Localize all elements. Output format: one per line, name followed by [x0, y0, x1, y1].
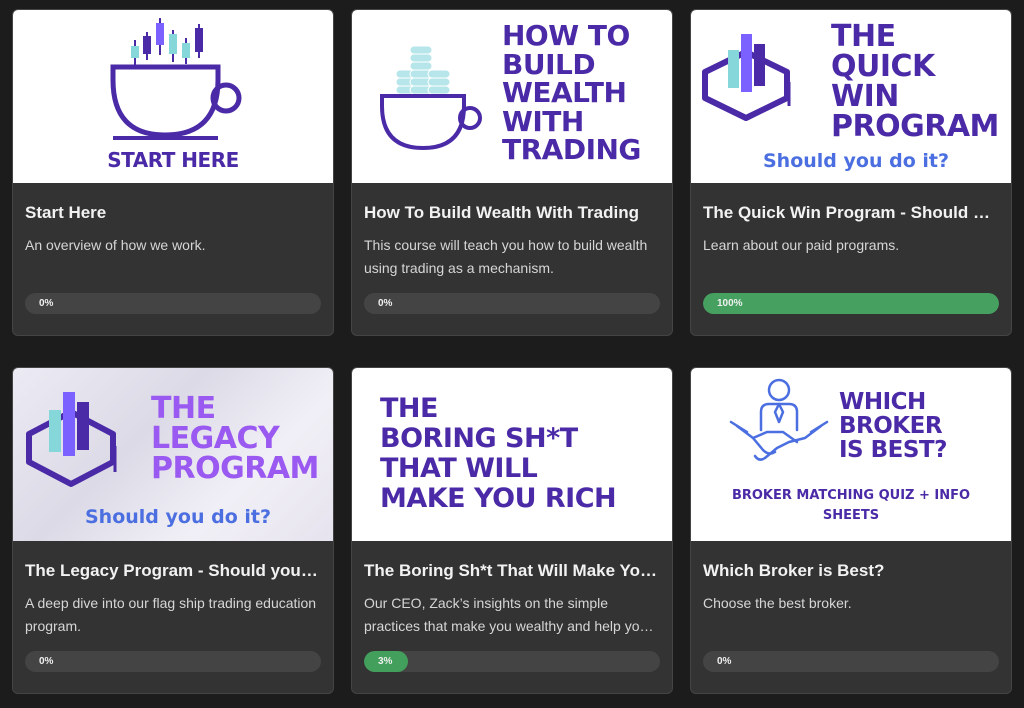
course-description: This course will teach you how to build …	[364, 237, 648, 276]
course-description: An overview of how we work.	[25, 237, 206, 253]
progress-label: 0%	[39, 656, 54, 667]
course-title[interactable]: How To Build Wealth With Trading	[364, 203, 660, 223]
course-description: A deep dive into our flag ship trading e…	[25, 595, 317, 634]
graduation-cap-chart-icon	[702, 34, 791, 121]
thumbnail-headline: HOW TO BUILD WEALTH WITH TRADING	[502, 19, 641, 166]
thumbnail-headline: THE BORING SH*T THAT WILL MAKE YOU RICH	[380, 393, 617, 514]
course-card-start-here[interactable]: START HERE Start Here An overview of how…	[12, 9, 334, 336]
coffee-cup-coins-icon	[380, 45, 482, 151]
course-thumbnail[interactable]: START HERE	[13, 10, 333, 183]
progress-fill	[703, 293, 999, 314]
course-title[interactable]: Which Broker is Best?	[703, 561, 999, 581]
progress-bar: 0%	[703, 651, 999, 672]
course-thumbnail[interactable]: THE BORING SH*T THAT WILL MAKE YOU RICH	[352, 368, 672, 541]
course-card-build-wealth[interactable]: HOW TO BUILD WEALTH WITH TRADING How To …	[351, 9, 673, 336]
course-title[interactable]: The Boring Sh*t That Will Make You Rich	[364, 561, 660, 581]
handshake-person-icon	[729, 378, 829, 461]
course-description: Our CEO, Zack’s insights on the simple p…	[364, 595, 648, 634]
progress-bar: 0%	[364, 293, 660, 314]
graduation-cap-chart-icon	[26, 392, 117, 487]
course-card-boring[interactable]: THE BORING SH*T THAT WILL MAKE YOU RICH …	[351, 367, 673, 694]
thumbnail-subtitle: Should you do it?	[85, 506, 271, 528]
course-thumbnail[interactable]: THE QUICK WIN PROGRAM Should you do it?	[691, 10, 1011, 183]
course-thumbnail[interactable]: HOW TO BUILD WEALTH WITH TRADING	[352, 10, 672, 183]
course-thumbnail[interactable]: THE LEGACY PROGRAM Should you do it?	[13, 368, 333, 541]
course-card-broker[interactable]: WHICH BROKER IS BEST? BROKER MATCHING QU…	[690, 367, 1012, 694]
progress-bar: 100%	[703, 293, 999, 314]
progress-label: 0%	[39, 298, 54, 309]
progress-label: 0%	[378, 298, 393, 309]
thumbnail-headline: WHICH BROKER IS BEST?	[839, 389, 947, 463]
progress-bar: 0%	[25, 293, 321, 314]
course-description: Learn about our paid programs.	[703, 237, 900, 253]
course-card-legacy[interactable]: THE LEGACY PROGRAM Should you do it? The…	[12, 367, 334, 694]
course-card-quick-win[interactable]: THE QUICK WIN PROGRAM Should you do it? …	[690, 9, 1012, 336]
thumbnail-caption: START HERE	[107, 148, 239, 172]
progress-label: 0%	[717, 656, 732, 667]
thumbnail-headline: THE QUICK WIN PROGRAM	[831, 19, 999, 144]
course-thumbnail[interactable]: WHICH BROKER IS BEST? BROKER MATCHING QU…	[691, 368, 1011, 541]
thumbnail-caption: BROKER MATCHING QUIZ + INFO SHEETS	[731, 488, 971, 523]
progress-bar: 3%	[364, 651, 660, 672]
course-title[interactable]: The Quick Win Program - Should you do it…	[703, 203, 999, 223]
thumbnail-headline: THE LEGACY PROGRAM	[151, 391, 319, 486]
course-title[interactable]: The Legacy Program - Should you do it?	[25, 561, 321, 581]
progress-label: 100%	[717, 298, 743, 309]
progress-bar: 0%	[25, 651, 321, 672]
thumbnail-subtitle: Should you do it?	[763, 150, 949, 172]
course-description: Choose the best broker.	[703, 595, 852, 611]
progress-label: 3%	[378, 656, 393, 667]
course-title[interactable]: Start Here	[25, 203, 321, 223]
